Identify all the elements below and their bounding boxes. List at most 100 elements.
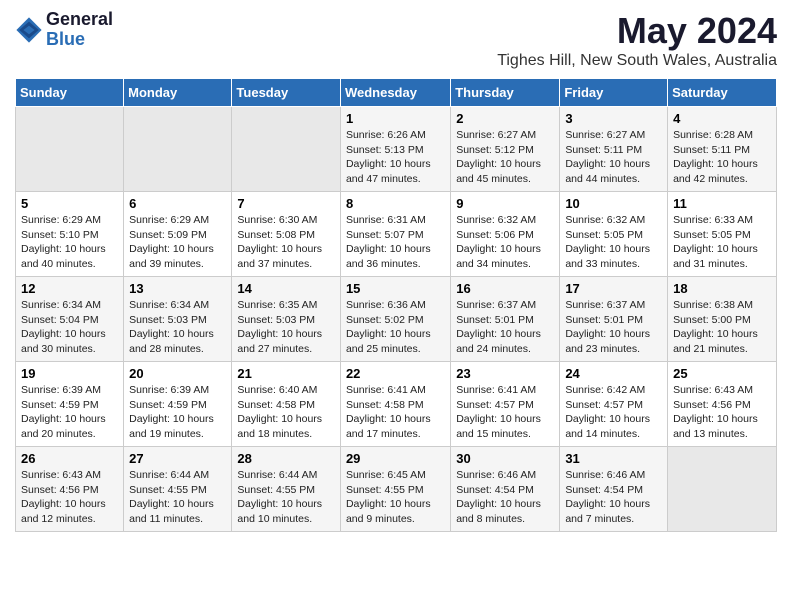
- calendar-cell: 8 Sunrise: 6:31 AM Sunset: 5:07 PM Daylight…: [340, 192, 450, 277]
- calendar-week-row: 1Sunrise: 6:26 AMSunset: 5:13 PMDaylight…: [16, 107, 777, 192]
- day-info: Sunrise: 6:40 AMSunset: 4:58 PMDaylight:…: [237, 383, 335, 442]
- sunset-text: Sunset: 5:05 PM: [673, 229, 751, 241]
- calendar-cell: 22Sunrise: 6:41 AMSunset: 4:58 PMDayligh…: [340, 362, 450, 447]
- calendar-cell: 28Sunrise: 6:44 AMSunset: 4:55 PMDayligh…: [232, 447, 341, 532]
- day-info: Sunrise: 6:43 AMSunset: 4:56 PMDaylight:…: [21, 468, 118, 527]
- sunrise-text: Sunrise: 6:30 AM: [237, 214, 317, 226]
- sunrise-text: Sunrise: 6:44 AM: [237, 469, 317, 481]
- sunrise-text: Sunrise: 6:27 AM: [565, 129, 645, 141]
- calendar-cell: [668, 447, 777, 532]
- calendar-cell: [232, 107, 341, 192]
- sunrise-text: Sunrise: 6:31 AM: [346, 214, 426, 226]
- day-info: Sunrise: 6:33 AMSunset: 5:05 PMDaylight:…: [673, 213, 771, 272]
- calendar-cell: 11Sunrise: 6:33 AMSunset: 5:05 PMDayligh…: [668, 192, 777, 277]
- sunset-text: Sunset: 5:04 PM: [21, 314, 99, 326]
- daylight-text: Daylight: 10 hours and 44 minutes.: [565, 158, 650, 185]
- sunrise-text: Sunrise: 6:38 AM: [673, 299, 753, 311]
- daylight-text: Daylight: 10 hours and 8 minutes.: [456, 498, 541, 525]
- day-number: 23: [456, 366, 554, 381]
- sunrise-text: Sunrise: 6:34 AM: [129, 299, 209, 311]
- sunrise-text: Sunrise: 6:26 AM: [346, 129, 426, 141]
- day-info: Sunrise: 6:46 AMSunset: 4:54 PMDaylight:…: [565, 468, 662, 527]
- daylight-text: Daylight: 10 hours and 33 minutes.: [565, 243, 650, 270]
- daylight-text: Daylight: 10 hours and 21 minutes.: [673, 328, 758, 355]
- month-title: May 2024: [497, 10, 777, 52]
- day-info: Sunrise: 6:27 AMSunset: 5:12 PMDaylight:…: [456, 128, 554, 187]
- day-number: 2: [456, 111, 554, 126]
- sunrise-text: Sunrise: 6:33 AM: [673, 214, 753, 226]
- calendar-cell: 25Sunrise: 6:43 AMSunset: 4:56 PMDayligh…: [668, 362, 777, 447]
- day-number: 8: [346, 196, 445, 211]
- daylight-text: Daylight: 10 hours and 11 minutes.: [129, 498, 214, 525]
- sunrise-text: Sunrise: 6:39 AM: [21, 384, 101, 396]
- day-number: 18: [673, 281, 771, 296]
- sunrise-text: Sunrise: 6:44 AM: [129, 469, 209, 481]
- daylight-text: Daylight: 10 hours and 39 minutes.: [129, 243, 214, 270]
- page-header: General Blue May 2024 Tighes Hill, New S…: [15, 10, 777, 70]
- day-info: Sunrise: 6:32 AMSunset: 5:06 PMDaylight:…: [456, 213, 554, 272]
- day-info: Sunrise: 6:34 AMSunset: 5:04 PMDaylight:…: [21, 298, 118, 357]
- sunset-text: Sunset: 5:06 PM: [456, 229, 534, 241]
- sunset-text: Sunset: 4:56 PM: [673, 399, 751, 411]
- day-info: Sunrise: 6:31 AM Sunset: 5:07 PM Daylight:…: [346, 213, 445, 272]
- calendar-cell: 1Sunrise: 6:26 AMSunset: 5:13 PMDaylight…: [340, 107, 450, 192]
- calendar-cell: 24Sunrise: 6:42 AMSunset: 4:57 PMDayligh…: [560, 362, 668, 447]
- sunrise-text: Sunrise: 6:28 AM: [673, 129, 753, 141]
- calendar-week-row: 12Sunrise: 6:34 AMSunset: 5:04 PMDayligh…: [16, 277, 777, 362]
- daylight-text: Daylight: 10 hours and 27 minutes.: [237, 328, 322, 355]
- day-info: Sunrise: 6:35 AMSunset: 5:03 PMDaylight:…: [237, 298, 335, 357]
- calendar-cell: 4 Sunrise: 6:28 AM Sunset: 5:11 PM Daylight…: [668, 107, 777, 192]
- day-info: Sunrise: 6:42 AMSunset: 4:57 PMDaylight:…: [565, 383, 662, 442]
- day-number: 19: [21, 366, 118, 381]
- daylight-text: Daylight: 10 hours and 18 minutes.: [237, 413, 322, 440]
- calendar-cell: 18Sunrise: 6:38 AMSunset: 5:00 PMDayligh…: [668, 277, 777, 362]
- header-monday: Monday: [124, 79, 232, 107]
- calendar-header-row: Sunday Monday Tuesday Wednesday Thursday…: [16, 79, 777, 107]
- logo-text: General Blue: [46, 10, 113, 50]
- calendar-week-row: 26Sunrise: 6:43 AMSunset: 4:56 PMDayligh…: [16, 447, 777, 532]
- header-saturday: Saturday: [668, 79, 777, 107]
- sunset-text: Sunset: 4:59 PM: [21, 399, 99, 411]
- sunset-text: Sunset: 5:11 PM: [673, 144, 750, 156]
- day-info: Sunrise: 6:43 AMSunset: 4:56 PMDaylight:…: [673, 383, 771, 442]
- day-info: Sunrise: 6:44 AMSunset: 4:55 PMDaylight:…: [129, 468, 226, 527]
- calendar-cell: 23Sunrise: 6:41 AMSunset: 4:57 PMDayligh…: [451, 362, 560, 447]
- sunset-text: Sunset: 5:13 PM: [346, 144, 424, 156]
- sunrise-text: Sunrise: 6:29 AM: [129, 214, 209, 226]
- sunset-text: Sunset: 5:05 PM: [565, 229, 643, 241]
- day-info: Sunrise: 6:27 AMSunset: 5:11 PMDaylight:…: [565, 128, 662, 187]
- header-wednesday: Wednesday: [340, 79, 450, 107]
- calendar-cell: 21Sunrise: 6:40 AMSunset: 4:58 PMDayligh…: [232, 362, 341, 447]
- daylight-text: Daylight: 10 hours and 15 minutes.: [456, 413, 541, 440]
- calendar-cell: 15Sunrise: 6:36 AMSunset: 5:02 PMDayligh…: [340, 277, 450, 362]
- calendar-cell: 19Sunrise: 6:39 AMSunset: 4:59 PMDayligh…: [16, 362, 124, 447]
- sunrise-text: Sunrise: 6:35 AM: [237, 299, 317, 311]
- daylight-text: Daylight: 10 hours and 19 minutes.: [129, 413, 214, 440]
- calendar-cell: 12Sunrise: 6:34 AMSunset: 5:04 PMDayligh…: [16, 277, 124, 362]
- daylight-text: Daylight: 10 hours and 25 minutes.: [346, 328, 431, 355]
- daylight-text: Daylight: 10 hours and 36 minutes.: [346, 243, 431, 270]
- day-number: 16: [456, 281, 554, 296]
- sunset-text: Sunset: 5:10 PM: [21, 229, 99, 241]
- sunset-text: Sunset: 5:02 PM: [346, 314, 424, 326]
- calendar-cell: 2 Sunrise: 6:27 AMSunset: 5:12 PMDaylight…: [451, 107, 560, 192]
- day-number: 7: [237, 196, 335, 211]
- sunset-text: Sunset: 5:09 PM: [129, 229, 207, 241]
- day-info: Sunrise: 6:45 AMSunset: 4:55 PMDaylight:…: [346, 468, 445, 527]
- day-number: 29: [346, 451, 445, 466]
- day-number: 6: [129, 196, 226, 211]
- day-number: 13: [129, 281, 226, 296]
- sunset-text: Sunset: 4:55 PM: [237, 484, 315, 496]
- sunset-text: Sunset: 5:12 PM: [456, 144, 534, 156]
- day-info: Sunrise: 6:46 AMSunset: 4:54 PMDaylight:…: [456, 468, 554, 527]
- daylight-text: Daylight: 10 hours and 42 minutes.: [673, 158, 758, 185]
- sunrise-text: Sunrise: 6:34 AM: [21, 299, 101, 311]
- day-number: 15: [346, 281, 445, 296]
- day-number: 4: [673, 111, 771, 126]
- logo-icon: [15, 16, 43, 44]
- sunset-text: Sunset: 5:07 PM: [346, 229, 424, 241]
- daylight-text: Daylight: 10 hours and 17 minutes.: [346, 413, 431, 440]
- calendar-week-row: 19 Sunrise: 6:39 AM Sunset: 4:59 PM Dayligh…: [16, 362, 777, 447]
- sunrise-text: Sunrise: 6:43 AM: [21, 469, 101, 481]
- sunrise-text: Sunrise: 6:41 AM: [346, 384, 426, 396]
